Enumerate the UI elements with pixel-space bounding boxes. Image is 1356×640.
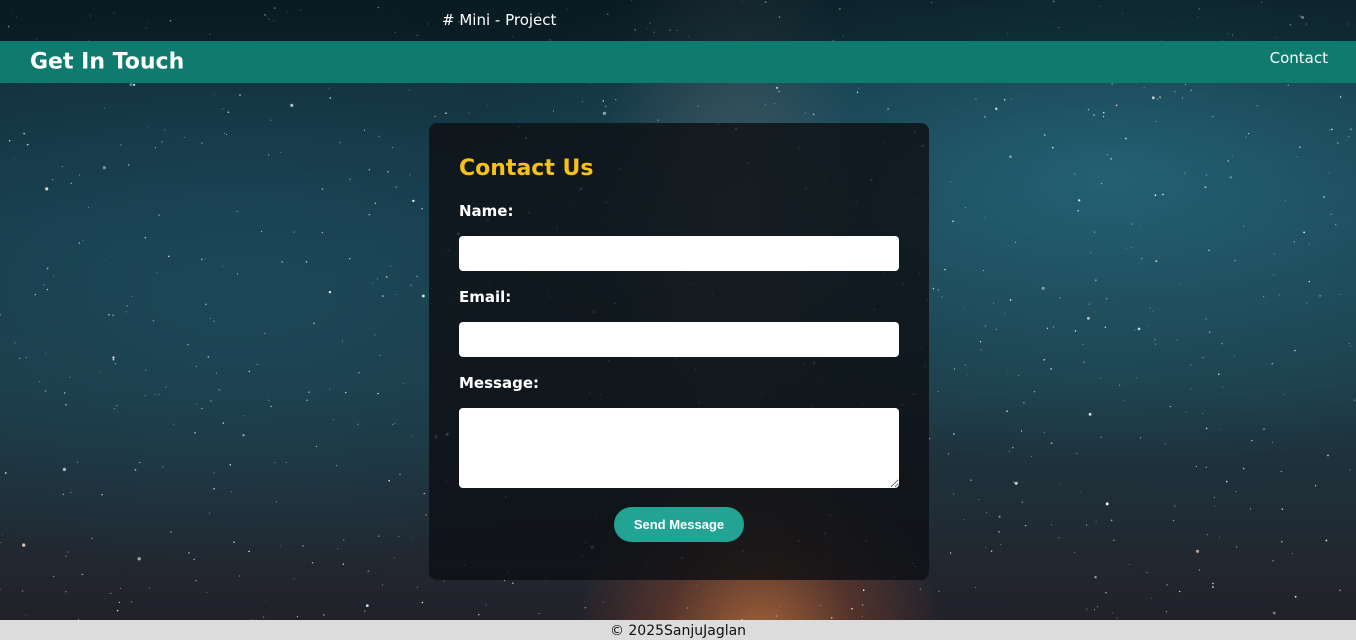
name-input[interactable] xyxy=(459,236,899,271)
brand-title: Get In Touch xyxy=(30,49,185,75)
navbar: Get In Touch Contact xyxy=(0,41,1356,83)
contact-form-title: Contact Us xyxy=(459,156,594,181)
send-message-button[interactable]: Send Message xyxy=(613,507,745,542)
contact-form-card: Contact Us Name: Email: Message: Send Me… xyxy=(429,123,929,580)
nav-link-contact[interactable]: Contact xyxy=(1270,49,1328,67)
footer-copyright: © 2025SanjuJaglan xyxy=(609,623,747,639)
message-textarea[interactable] xyxy=(459,408,899,488)
message-label: Message: xyxy=(459,374,539,392)
name-label: Name: xyxy=(459,202,514,220)
email-input[interactable] xyxy=(459,322,899,357)
page: # Mini - Project Get In Touch Contact Co… xyxy=(0,0,1356,640)
footer: © 2025SanjuJaglan xyxy=(0,620,1356,640)
submit-row: Send Message xyxy=(459,507,899,542)
document-title: # Mini - Project xyxy=(442,11,557,29)
document-title-bar: # Mini - Project xyxy=(0,0,1356,41)
email-label: Email: xyxy=(459,288,512,306)
